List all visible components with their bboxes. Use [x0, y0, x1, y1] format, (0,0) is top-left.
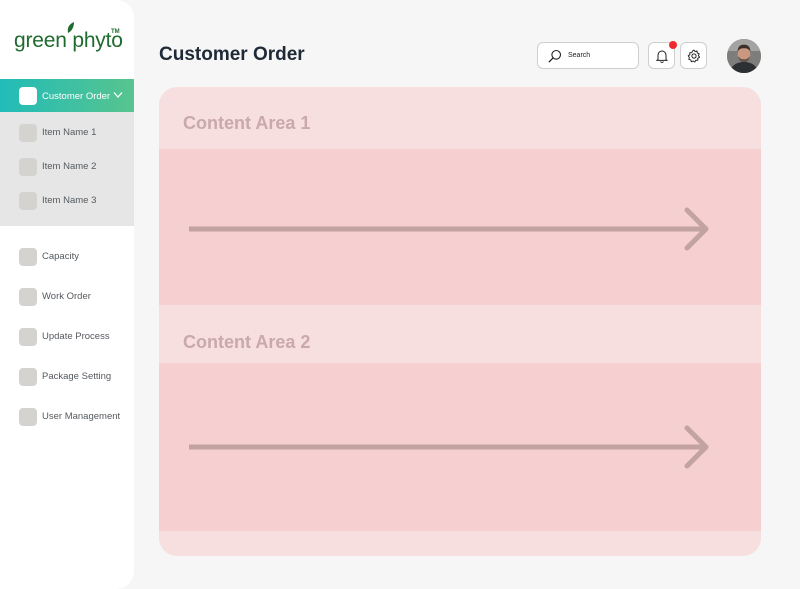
bell-icon — [656, 50, 668, 63]
sidebar-item-label: Update Process — [42, 331, 110, 342]
submenu-item-label: Item Name 1 — [42, 127, 97, 138]
submenu-item-label: Item Name 3 — [42, 195, 97, 206]
sidebar: green phyto TM Customer Order Item Name … — [0, 0, 134, 589]
avatar[interactable] — [727, 39, 761, 73]
content-area-1 — [159, 149, 761, 305]
brand-logo[interactable]: green phyto TM — [14, 22, 124, 56]
sidebar-item-label: Customer Order — [42, 91, 111, 102]
customer-order-submenu: Item Name 1 Item Name 2 Item Name 3 — [0, 112, 134, 226]
sidebar-item-customer-order[interactable]: Customer Order — [0, 79, 134, 112]
sidebar-item-label: Package Setting — [42, 371, 112, 382]
arrow-right-icon — [189, 425, 709, 469]
brand-trademark: TM — [111, 29, 120, 35]
search-icon — [548, 49, 562, 63]
sidebar-item-label: Capacity — [42, 251, 79, 262]
checkbox-icon — [19, 248, 37, 266]
submenu-item-3[interactable]: Item Name 3 — [0, 191, 134, 211]
gear-icon — [687, 49, 701, 63]
content-area-2-title: Content Area 2 — [183, 332, 311, 352]
settings-button[interactable] — [680, 42, 707, 69]
content-area-1-title: Content Area 1 — [183, 113, 311, 133]
content-area-2 — [159, 363, 761, 531]
search-label: Search — [568, 52, 591, 59]
sidebar-item-capacity[interactable]: Capacity — [0, 247, 134, 267]
sidebar-item-label: Work Order — [42, 291, 91, 302]
checkbox-icon — [19, 124, 37, 142]
sidebar-item-update-process[interactable]: Update Process — [0, 327, 134, 347]
user-avatar-icon — [727, 39, 761, 73]
search-input[interactable]: Search — [537, 42, 639, 69]
checkbox-icon — [19, 368, 37, 386]
checkbox-icon — [19, 328, 37, 346]
brand-name: green phyto — [14, 29, 123, 52]
submenu-item-label: Item Name 2 — [42, 161, 97, 172]
sidebar-item-package-setting[interactable]: Package Setting — [0, 367, 134, 387]
notification-badge — [669, 41, 677, 49]
chevron-down-icon[interactable] — [113, 91, 123, 99]
submenu-item-1[interactable]: Item Name 1 — [0, 123, 134, 143]
checkbox-icon — [19, 288, 37, 306]
checkbox-icon — [19, 87, 37, 105]
checkbox-icon — [19, 408, 37, 426]
checkbox-icon — [19, 158, 37, 176]
sidebar-item-label: User Management — [42, 411, 121, 422]
arrow-right-icon — [189, 207, 709, 251]
sidebar-item-user-management[interactable]: User Management — [0, 407, 134, 427]
page-title: Customer Order — [159, 44, 305, 65]
sidebar-item-work-order[interactable]: Work Order — [0, 287, 134, 307]
checkbox-icon — [19, 192, 37, 210]
submenu-item-2[interactable]: Item Name 2 — [0, 157, 134, 177]
content-panel: Content Area 1 Content Area 2 — [159, 87, 761, 556]
